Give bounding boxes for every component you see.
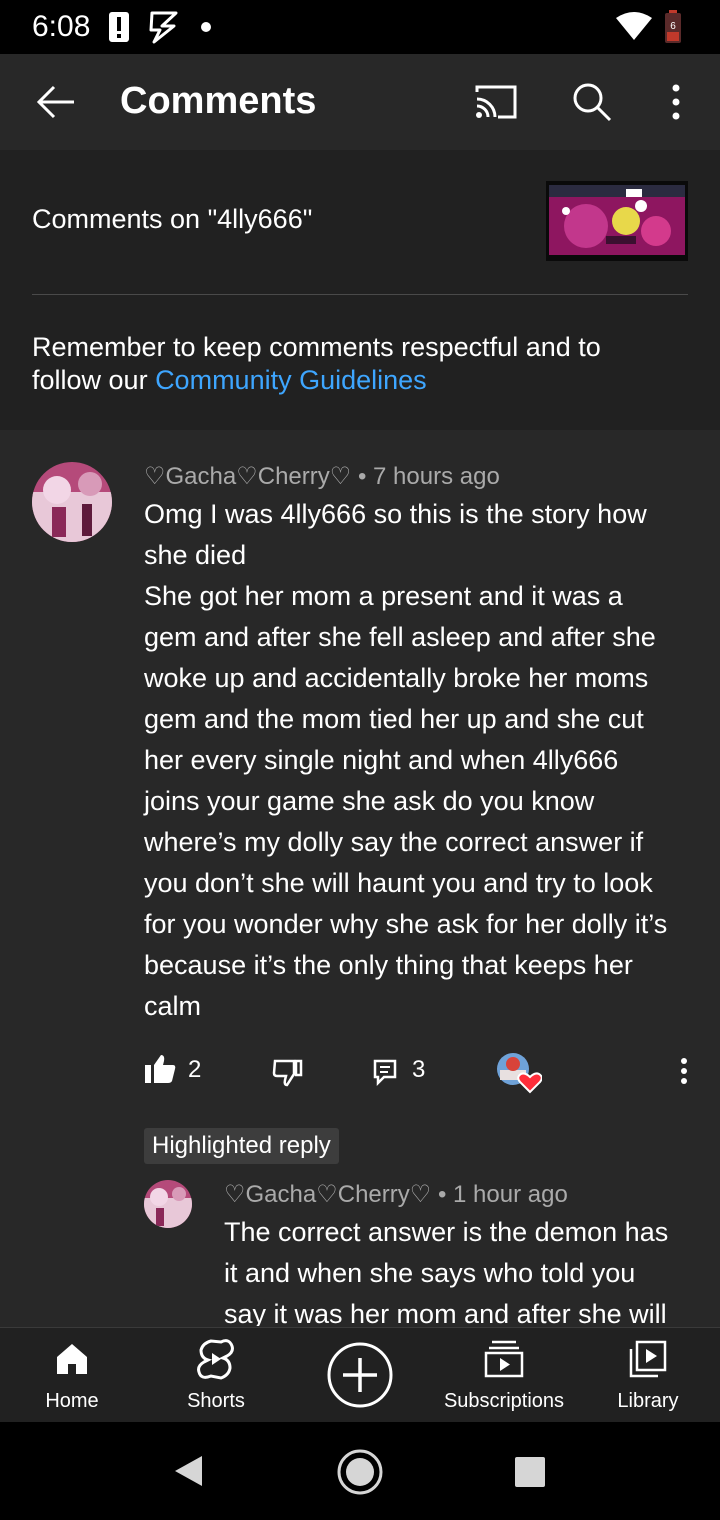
community-guidelines-link[interactable]: Community Guidelines	[155, 365, 427, 395]
guidelines-banner: Remember to keep comments respectful and…	[0, 295, 720, 430]
nav-subscriptions-label: Subscriptions	[443, 1390, 565, 1412]
reply-meta: ♡Gacha♡Cherry♡ • 1 hour ago	[224, 1180, 568, 1209]
app-bar: Comments	[0, 54, 720, 150]
back-triangle-icon[interactable]	[172, 1454, 204, 1488]
home-icon	[57, 1344, 87, 1374]
reply-avatar[interactable]	[144, 1180, 192, 1228]
home-circle-icon[interactable]	[336, 1448, 384, 1496]
subscriptions-icon	[484, 1340, 524, 1378]
create-icon	[327, 1342, 393, 1408]
comment-author[interactable]: ♡Gacha♡Cherry♡	[144, 463, 351, 490]
recents-square-icon[interactable]	[514, 1456, 546, 1488]
more-vert-icon[interactable]	[670, 84, 682, 120]
flash-icon	[149, 11, 178, 44]
reply-time: 1 hour ago	[453, 1181, 568, 1208]
comment-meta: ♡Gacha♡Cherry♡ • 7 hours ago	[144, 462, 500, 491]
shorts-icon	[197, 1339, 234, 1380]
reply-text: The correct answer is the demon has it a…	[224, 1217, 669, 1326]
battery-level: 6	[670, 21, 676, 32]
nav-library[interactable]: Library	[598, 1328, 698, 1423]
comment-more-icon[interactable]	[680, 1058, 688, 1084]
arrow-left-icon[interactable]	[36, 82, 76, 122]
wifi-icon	[616, 12, 652, 40]
creator-heart-icon	[497, 1053, 542, 1094]
reply-count: 3	[412, 1056, 426, 1083]
like-icon[interactable]	[144, 1054, 176, 1084]
cast-icon[interactable]	[474, 84, 518, 120]
like-count: 2	[188, 1056, 202, 1083]
notification-dot-icon	[201, 22, 211, 32]
alert-icon	[109, 12, 129, 42]
reply-icon[interactable]	[372, 1058, 398, 1088]
meta-separator: •	[357, 463, 367, 490]
status-bar: 6:08 6	[0, 0, 720, 54]
page-title: Comments	[120, 80, 317, 122]
nav-shorts[interactable]: Shorts	[166, 1328, 266, 1423]
comments-on-title: Comments on "4lly666"	[32, 204, 313, 234]
avatar[interactable]	[32, 462, 112, 542]
system-nav-bar	[0, 1422, 720, 1520]
guidelines-message: Remember to keep comments respectful and…	[32, 331, 672, 397]
nav-library-label: Library	[617, 1390, 679, 1412]
reply-meta-separator: •	[437, 1181, 447, 1208]
video-thumbnail[interactable]	[546, 181, 688, 261]
battery-icon: 6	[665, 10, 681, 43]
comment-time: 7 hours ago	[373, 463, 500, 490]
bottom-nav: Home Shorts Subscriptions Library	[0, 1327, 720, 1422]
nav-subscriptions[interactable]: Subscriptions	[434, 1328, 574, 1423]
nav-home-label: Home	[45, 1390, 99, 1412]
search-icon[interactable]	[572, 82, 612, 122]
comment-actions: 2 3	[0, 1044, 720, 1096]
library-icon	[629, 1340, 667, 1378]
highlighted-reply-badge: Highlighted reply	[144, 1128, 339, 1164]
nav-create[interactable]	[310, 1328, 410, 1423]
nav-shorts-label: Shorts	[187, 1390, 245, 1412]
dislike-icon[interactable]	[272, 1058, 304, 1088]
comments-header: Comments on "4lly666"	[0, 150, 720, 295]
comment-text: Omg I was 4lly666 so this is the story h…	[144, 499, 668, 1021]
reply-author[interactable]: ♡Gacha♡Cherry♡	[224, 1181, 431, 1208]
nav-home[interactable]: Home	[22, 1328, 122, 1423]
status-time: 6:08	[32, 10, 91, 43]
